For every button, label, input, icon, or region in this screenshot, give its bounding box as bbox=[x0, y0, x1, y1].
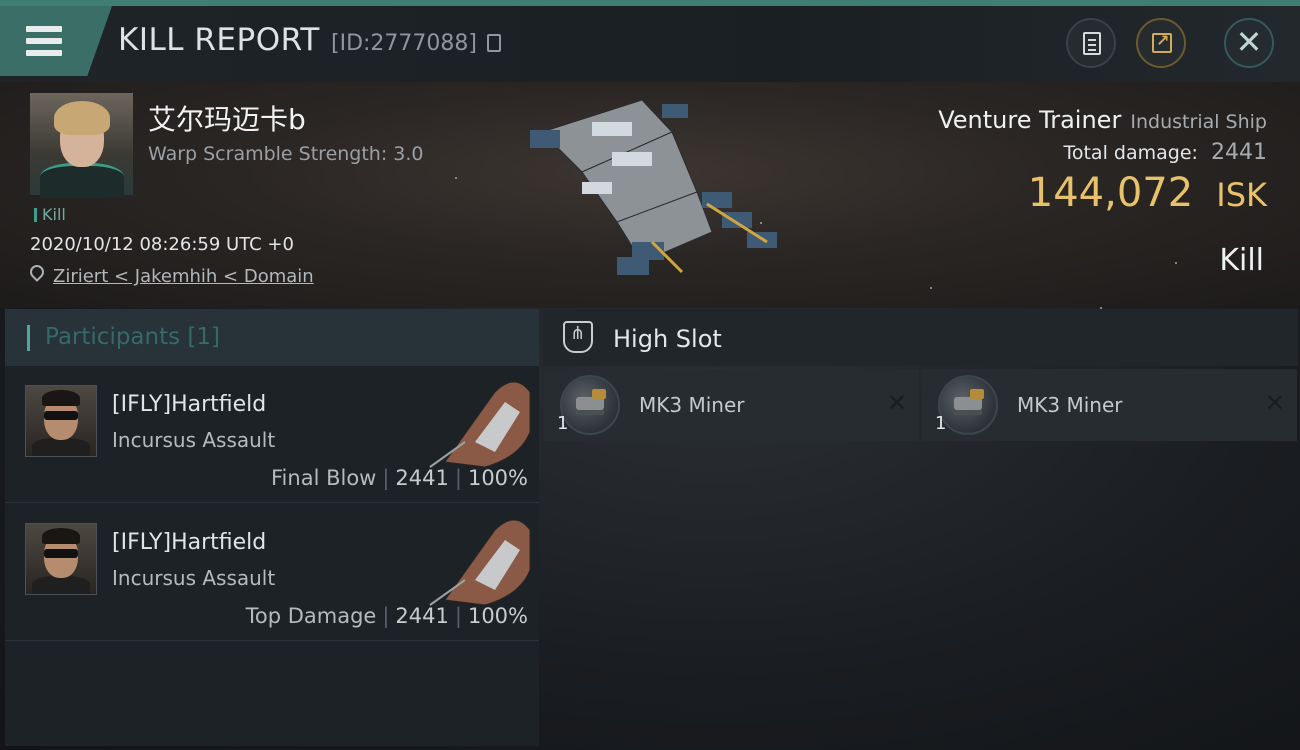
item-quantity: 1 bbox=[935, 413, 947, 434]
isk-value: 144,072 ISK bbox=[1028, 170, 1267, 216]
location-link[interactable]: Ziriert < Jakemhih < Domain bbox=[53, 266, 314, 287]
kill-result: Kill bbox=[1219, 243, 1264, 278]
warp-scramble-strength: Warp Scramble Strength: 3.0 bbox=[148, 143, 424, 165]
close-icon: ✕ bbox=[1235, 23, 1263, 61]
kill-tag: Kill bbox=[34, 205, 66, 224]
ship-name[interactable]: Venture Trainer bbox=[938, 106, 1121, 134]
participants-title: Participants [1] bbox=[45, 324, 220, 350]
high-slot-icon bbox=[563, 321, 593, 353]
participants-header[interactable]: Participants [1] bbox=[5, 309, 539, 366]
participant-stats: Final Blow | 2441 | 100% bbox=[271, 466, 528, 490]
participant-role: Top Damage bbox=[245, 604, 377, 628]
participant-row[interactable]: [IFLY]Hartfield Incursus Assault Final B… bbox=[5, 366, 539, 503]
kill-timestamp: 2020/10/12 08:26:59 UTC +0 bbox=[30, 234, 294, 255]
participant-name: [IFLY]Hartfield bbox=[112, 530, 267, 555]
close-button[interactable]: ✕ bbox=[1224, 18, 1274, 68]
miner-module-icon bbox=[560, 375, 620, 435]
item-quantity: 1 bbox=[557, 413, 569, 434]
participant-ship: Incursus Assault bbox=[112, 428, 276, 452]
ship-class: Industrial Ship bbox=[1130, 111, 1267, 133]
participants-list: [IFLY]Hartfield Incursus Assault Final B… bbox=[5, 366, 539, 746]
participant-percent: 100% bbox=[467, 466, 528, 490]
victim-portrait[interactable] bbox=[30, 93, 133, 198]
fitted-item[interactable]: 1 MK3 Miner ✕ bbox=[544, 369, 919, 441]
high-slot-title: High Slot bbox=[613, 325, 722, 353]
item-name: MK3 Miner bbox=[639, 393, 745, 417]
participants-accent-bar bbox=[27, 325, 30, 351]
victim-ship-name: Venture Trainer Industrial Ship bbox=[938, 106, 1267, 134]
miner-module-icon bbox=[938, 375, 998, 435]
kill-tag-label: Kill bbox=[42, 205, 66, 224]
victim-ship-image bbox=[530, 99, 777, 275]
participant-name: [IFLY]Hartfield bbox=[112, 392, 267, 417]
total-damage: Total damage: 2441 bbox=[1063, 140, 1267, 165]
participant-stats: Top Damage | 2441 | 100% bbox=[245, 604, 528, 628]
share-button[interactable] bbox=[1136, 18, 1186, 68]
isk-amount: 144,072 bbox=[1027, 170, 1194, 216]
participant-ship-image bbox=[429, 381, 531, 468]
participant-row[interactable]: [IFLY]Hartfield Incursus Assault Top Dam… bbox=[5, 504, 539, 641]
item-name: MK3 Miner bbox=[1017, 393, 1123, 417]
fitted-item[interactable]: 1 MK3 Miner ✕ bbox=[922, 369, 1297, 441]
document-icon bbox=[1083, 32, 1101, 55]
participant-role: Final Blow bbox=[271, 466, 377, 490]
document-button[interactable] bbox=[1066, 18, 1116, 68]
isk-unit: ISK bbox=[1216, 176, 1267, 214]
copy-icon[interactable] bbox=[487, 34, 501, 52]
victim-name[interactable]: 艾尔玛迈卡b bbox=[148, 98, 306, 138]
participant-percent: 100% bbox=[467, 604, 528, 628]
report-id: [ID:2777088] bbox=[331, 31, 477, 56]
participant-ship-image bbox=[429, 519, 531, 606]
total-damage-label: Total damage: bbox=[1063, 142, 1198, 164]
page-title: KILL REPORT bbox=[118, 22, 320, 58]
share-icon bbox=[1152, 31, 1172, 53]
high-slot-panel bbox=[543, 441, 1298, 746]
total-damage-value: 2441 bbox=[1211, 140, 1267, 165]
destroyed-x-icon: ✕ bbox=[1264, 389, 1285, 417]
participant-damage: 2441 bbox=[395, 604, 449, 628]
participant-ship: Incursus Assault bbox=[112, 566, 276, 590]
participant-avatar[interactable] bbox=[25, 385, 97, 457]
destroyed-x-icon: ✕ bbox=[886, 389, 907, 417]
menu-icon bbox=[26, 26, 62, 56]
participant-damage: 2441 bbox=[395, 466, 449, 490]
participant-avatar[interactable] bbox=[25, 523, 97, 595]
